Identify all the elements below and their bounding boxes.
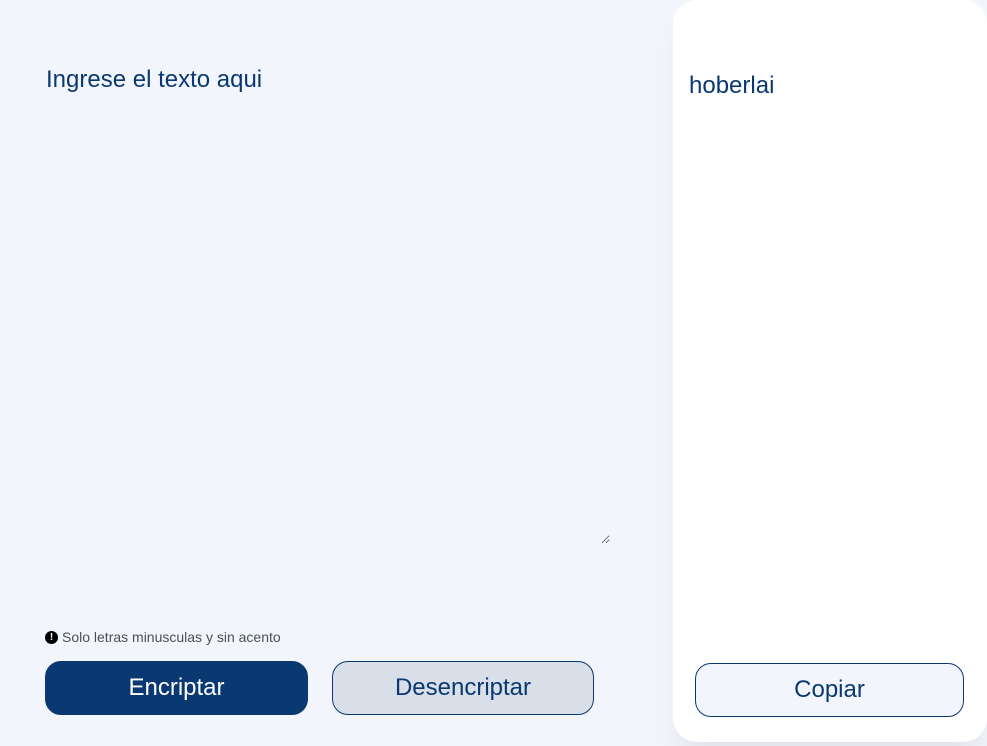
output-panel: hoberlai Copiar <box>673 0 987 742</box>
input-hint: ! Solo letras minusculas y sin acento <box>45 629 281 645</box>
text-input[interactable] <box>40 58 610 544</box>
hint-text: Solo letras minusculas y sin acento <box>62 629 281 645</box>
output-text: hoberlai <box>689 72 775 99</box>
input-section: ! Solo letras minusculas y sin acento En… <box>0 0 673 746</box>
encrypt-button[interactable]: Encriptar <box>45 661 308 715</box>
page: ! Solo letras minusculas y sin acento En… <box>0 0 987 746</box>
decrypt-button[interactable]: Desencriptar <box>332 661 594 715</box>
copy-button[interactable]: Copiar <box>695 663 964 717</box>
exclamation-circle-icon: ! <box>45 630 58 644</box>
